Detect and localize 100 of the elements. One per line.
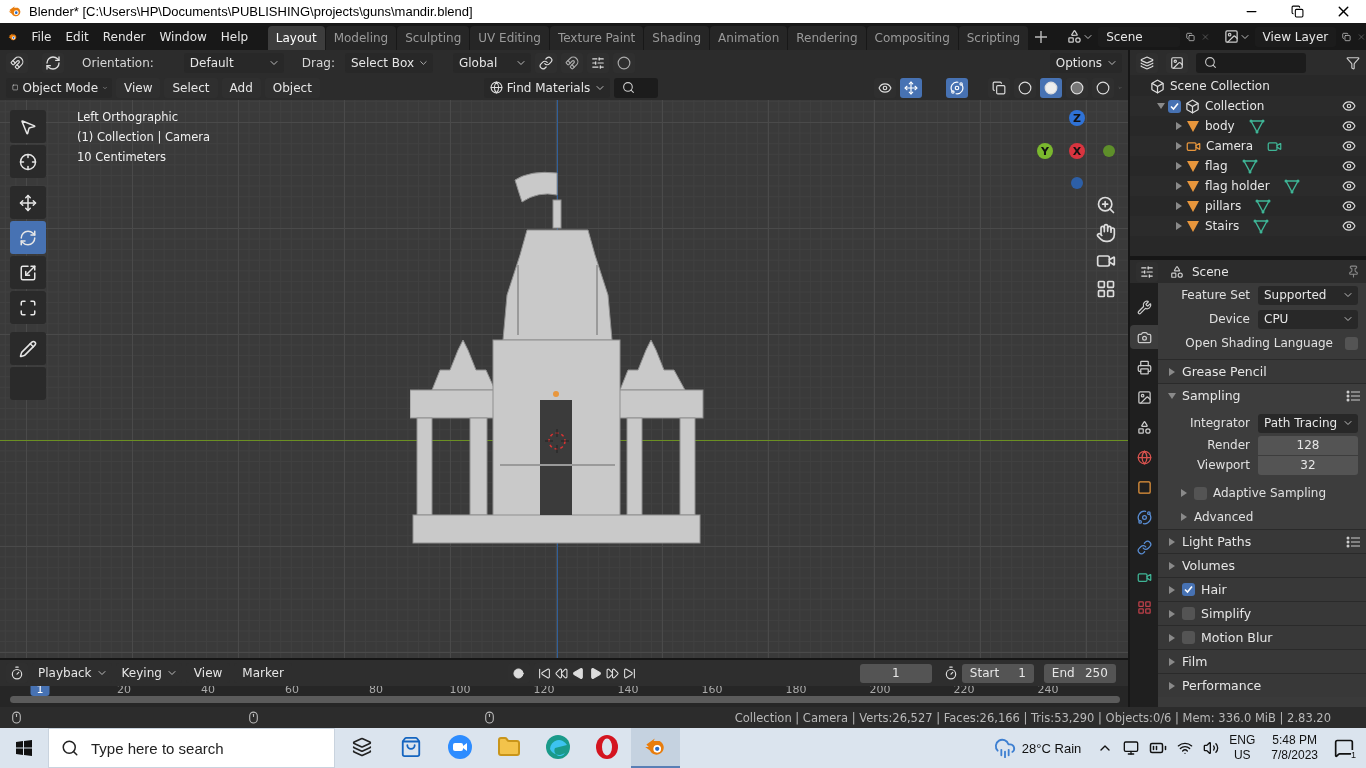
collapsed-arrow-icon[interactable] <box>1168 585 1176 594</box>
browser-icon[interactable] <box>544 734 571 760</box>
start-frame-field[interactable]: Start 1 <box>961 663 1034 683</box>
visibility-icon[interactable] <box>1342 99 1356 113</box>
drag-dropdown[interactable]: Select Box <box>345 52 433 73</box>
globe-icon[interactable] <box>1136 449 1152 465</box>
orientation-dropdown[interactable]: Default <box>183 52 284 73</box>
filter-icon[interactable] <box>1346 55 1360 70</box>
panel-checkbox[interactable] <box>1182 583 1195 596</box>
workspace-tab[interactable]: Sculpting <box>397 26 470 50</box>
taskbar-search-field[interactable]: Type here to search <box>89 738 319 758</box>
menu-item[interactable]: Render <box>95 26 153 47</box>
axis-handle[interactable]: Z <box>1069 110 1085 126</box>
subpanel-header[interactable]: Adaptive Sampling <box>1158 481 1366 505</box>
workspace-tab[interactable]: Compositing <box>866 26 958 50</box>
collapsed-arrow-icon[interactable] <box>1180 513 1188 521</box>
outliner-item[interactable]: pillars <box>1205 199 1242 213</box>
subpanel-header[interactable]: Advanced <box>1158 505 1366 529</box>
collapsed-arrow-icon[interactable] <box>1175 122 1183 130</box>
view-layer-icon[interactable] <box>1170 55 1184 70</box>
axis-handle[interactable]: Y <box>1037 143 1053 159</box>
collapsed-arrow-icon[interactable] <box>1168 537 1176 546</box>
timer-icon[interactable] <box>943 666 958 680</box>
next-keyframe-icon[interactable] <box>605 666 619 680</box>
video-app-icon[interactable] <box>446 734 473 760</box>
dropdown[interactable]: Supported <box>1258 285 1358 305</box>
search-field[interactable] <box>614 77 659 98</box>
collapsed-arrow-icon[interactable] <box>1175 142 1183 150</box>
presets-icon[interactable] <box>1346 389 1360 402</box>
printer-icon[interactable] <box>1136 359 1152 375</box>
orbit-icon[interactable] <box>1136 509 1152 525</box>
outliner-item[interactable]: Stairs <box>1205 219 1240 233</box>
mesh-data-icon[interactable] <box>1283 178 1300 194</box>
tool-button[interactable] <box>10 256 46 289</box>
outliner-item[interactable]: flag holder <box>1205 179 1270 193</box>
region-text[interactable]: US <box>1233 748 1251 763</box>
workspace-tab[interactable]: Rendering <box>788 26 866 50</box>
grid-icon[interactable] <box>1096 279 1116 299</box>
end-frame-field[interactable]: End 250 <box>1043 663 1116 683</box>
workspace-tab[interactable]: Layout <box>267 26 325 50</box>
tool-button[interactable] <box>10 291 46 324</box>
number-field[interactable]: 128 <box>1258 435 1358 455</box>
overlays-icon[interactable] <box>950 80 965 95</box>
menu-item[interactable]: Edit <box>58 26 96 47</box>
transform-orientation-dropdown[interactable]: Global <box>453 52 531 73</box>
search-field[interactable] <box>1196 52 1306 73</box>
timeline-scrollbar[interactable] <box>10 696 1120 703</box>
dropdown[interactable]: CPU <box>1258 309 1358 329</box>
options-dropdown[interactable]: Options <box>1049 52 1122 73</box>
clock-date[interactable]: 7/8/2023 <box>1271 748 1318 763</box>
tool-button[interactable] <box>10 332 46 365</box>
square-icon[interactable] <box>1136 479 1152 495</box>
expanded-arrow-icon[interactable] <box>1168 391 1176 400</box>
collapsed-arrow-icon[interactable] <box>1175 202 1183 210</box>
panel-checkbox[interactable] <box>1182 631 1195 644</box>
volume-icon[interactable] <box>1203 740 1220 756</box>
menu-item[interactable]: File <box>24 26 59 47</box>
number-field[interactable]: 32 <box>1258 455 1358 475</box>
expanded-arrow-icon[interactable] <box>1157 102 1165 110</box>
panel-checkbox[interactable] <box>1182 607 1195 620</box>
visibility-icon[interactable] <box>1342 139 1356 153</box>
mesh-data-icon[interactable] <box>1253 218 1270 234</box>
link-icon[interactable] <box>1136 539 1152 555</box>
collapsed-arrow-icon[interactable] <box>1168 633 1176 642</box>
workspace-tab[interactable]: Shading <box>644 26 710 50</box>
add-workspace-icon[interactable] <box>1035 30 1048 43</box>
gizmo-icon[interactable] <box>904 80 919 95</box>
visibility-icon[interactable] <box>1342 119 1356 133</box>
wifi-icon[interactable] <box>1177 740 1194 756</box>
dropdown[interactable]: Path Tracing <box>1258 413 1358 433</box>
clock-time[interactable]: 5:48 PM <box>1272 733 1317 748</box>
snap-icon[interactable] <box>565 55 579 70</box>
language-text[interactable]: ENG <box>1229 733 1256 748</box>
collapsed-arrow-icon[interactable] <box>1168 681 1176 690</box>
workspace-tab[interactable]: UV Editing <box>470 26 549 50</box>
tool-button[interactable] <box>10 110 46 143</box>
outliner-item[interactable]: Camera <box>1206 139 1254 153</box>
workspace-tab[interactable]: Animation <box>710 26 788 50</box>
camera-icon[interactable] <box>1136 329 1152 345</box>
restore-icon[interactable] <box>1290 5 1304 18</box>
outliner-item[interactable]: Collection <box>1205 99 1265 113</box>
collapsed-arrow-icon[interactable] <box>1168 367 1176 376</box>
store-icon[interactable] <box>399 736 422 758</box>
workspace-tab[interactable]: Texture Paint <box>549 26 644 50</box>
play-icon[interactable] <box>588 666 602 680</box>
taskbar-search-box[interactable]: Type here to search <box>48 728 335 768</box>
checker-icon[interactable] <box>1136 599 1152 615</box>
shapes-icon[interactable] <box>1136 419 1152 435</box>
play-reverse-icon[interactable] <box>571 666 585 680</box>
checkbox[interactable] <box>1345 336 1358 350</box>
visibility-icon[interactable] <box>1342 199 1356 213</box>
jump-start-icon[interactable] <box>537 666 551 680</box>
menu-item[interactable]: Window <box>152 26 214 47</box>
visibility-icon[interactable] <box>1342 219 1356 233</box>
zoom-icon[interactable] <box>1096 195 1116 215</box>
visibility-icon[interactable] <box>1342 159 1356 173</box>
view-layer-icon[interactable] <box>1223 29 1239 44</box>
opera-icon[interactable] <box>593 734 620 760</box>
scene-icon[interactable] <box>1067 29 1083 44</box>
tool-button[interactable] <box>10 186 46 219</box>
